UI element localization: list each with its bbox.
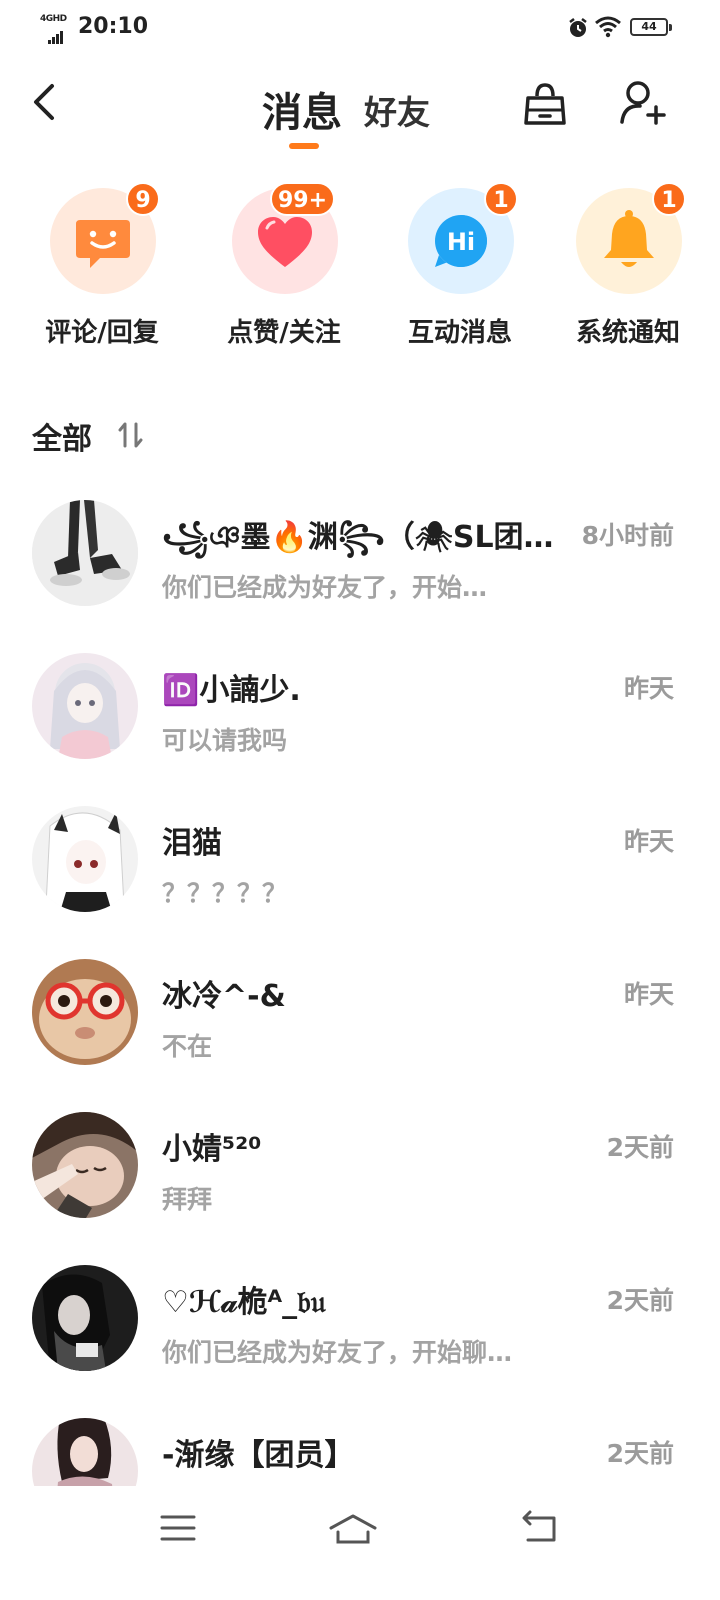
svg-text:Hi: Hi	[447, 228, 475, 256]
category-comments[interactable]: 9 评论/回复	[22, 182, 182, 348]
category-comments-badge: 9	[126, 182, 160, 216]
category-system-badge: 1	[652, 182, 686, 216]
conversation-item[interactable]: ♡ℋ𝒶桅ᴬ_𝔟𝔲 2天前 你们已经成为好友了，开始聊…	[0, 1265, 720, 1415]
avatar-image	[32, 1265, 138, 1371]
conversation-name: ♡ℋ𝒶桅ᴬ_𝔟𝔲	[162, 1285, 326, 1320]
conversation-name: 小婧⁵²⁰	[162, 1132, 262, 1167]
category-likes-badge: 99+	[270, 182, 336, 216]
conversation-preview: ？？？？？	[162, 879, 288, 908]
conversation-time: 昨天	[623, 827, 674, 856]
menu-icon[interactable]	[154, 1508, 204, 1548]
conversation-preview: 可以请我吗	[162, 726, 288, 755]
add-friend-icon[interactable]	[618, 78, 668, 128]
avatar-image	[32, 653, 138, 759]
conversation-item[interactable]: 泪猫 昨天 ？？？？？	[0, 806, 720, 956]
tab-messages[interactable]: 消息	[262, 80, 342, 138]
alarm-icon	[569, 18, 587, 37]
conversation-time: 昨天	[623, 674, 674, 703]
avatar-image	[32, 806, 138, 912]
avatar[interactable]	[32, 1265, 138, 1371]
conversation-time: 2天前	[606, 1439, 674, 1468]
avatar-image	[32, 500, 138, 606]
sort-icon[interactable]	[116, 420, 148, 450]
category-likes-label: 点赞/关注	[227, 318, 341, 348]
conversation-preview: 你们已经成为好友了，开始…	[162, 573, 488, 602]
active-tab-indicator	[289, 143, 319, 149]
avatar[interactable]	[32, 806, 138, 912]
conversation-name: 泪猫	[162, 826, 222, 861]
category-interaction-badge: 1	[484, 182, 518, 216]
category-system[interactable]: 1 系统通知	[548, 182, 708, 348]
avatar[interactable]	[32, 959, 138, 1065]
shopping-bag-icon[interactable]	[520, 80, 570, 128]
category-likes[interactable]: 99+ 点赞/关注	[204, 182, 364, 348]
avatar-image	[32, 1112, 138, 1218]
avatar[interactable]	[32, 653, 138, 759]
avatar-image	[32, 959, 138, 1065]
category-system-label: 系统通知	[575, 318, 680, 348]
conversation-name: 🆔小諵少.	[162, 673, 301, 708]
conversation-preview: 你们已经成为好友了，开始聊…	[162, 1338, 513, 1367]
conversation-item[interactable]: 冰冷^-& 昨天 不在	[0, 959, 720, 1109]
section-title: 全部	[32, 422, 92, 457]
conversation-time: 2天前	[606, 1286, 674, 1315]
category-comments-label: 评论/回复	[45, 318, 159, 348]
back-arrow-icon[interactable]	[26, 80, 66, 124]
conversation-item[interactable]: ꧁ঞ墨🔥渊꧂（🕷SL团… 8小时前 你们已经成为好友了，开始…	[0, 500, 720, 650]
home-icon[interactable]	[328, 1508, 378, 1548]
signal-icon: 4GHD	[40, 14, 74, 44]
network-type: 4GHD	[40, 14, 67, 24]
tab-friends[interactable]: 好友	[364, 86, 430, 134]
avatar[interactable]	[32, 1112, 138, 1218]
battery-indicator: 44	[630, 18, 672, 36]
conversation-preview: 不在	[162, 1032, 213, 1061]
conversation-item[interactable]: 🆔小諵少. 昨天 可以请我吗	[0, 653, 720, 803]
conversation-item[interactable]: 小婧⁵²⁰ 2天前 拜拜	[0, 1112, 720, 1262]
conversation-name: 冰冷^-&	[162, 979, 286, 1014]
back-nav-icon[interactable]	[514, 1508, 564, 1548]
conversation-time: 8小时前	[581, 521, 674, 550]
system-nav-bar	[0, 1486, 720, 1600]
conversation-time: 昨天	[623, 980, 674, 1009]
conversation-preview: 拜拜	[162, 1185, 213, 1214]
status-bar: 4GHD 20:10 44	[0, 0, 720, 56]
conversation-name: ꧁ঞ墨🔥渊꧂（🕷SL团…	[162, 520, 554, 555]
wifi-icon	[595, 16, 621, 38]
status-time: 20:10	[78, 14, 149, 39]
category-interaction[interactable]: Hi 1 互动消息	[380, 182, 540, 348]
avatar[interactable]	[32, 500, 138, 606]
conversation-time: 2天前	[606, 1133, 674, 1162]
conversation-name: -渐缘【团员】	[162, 1438, 355, 1473]
